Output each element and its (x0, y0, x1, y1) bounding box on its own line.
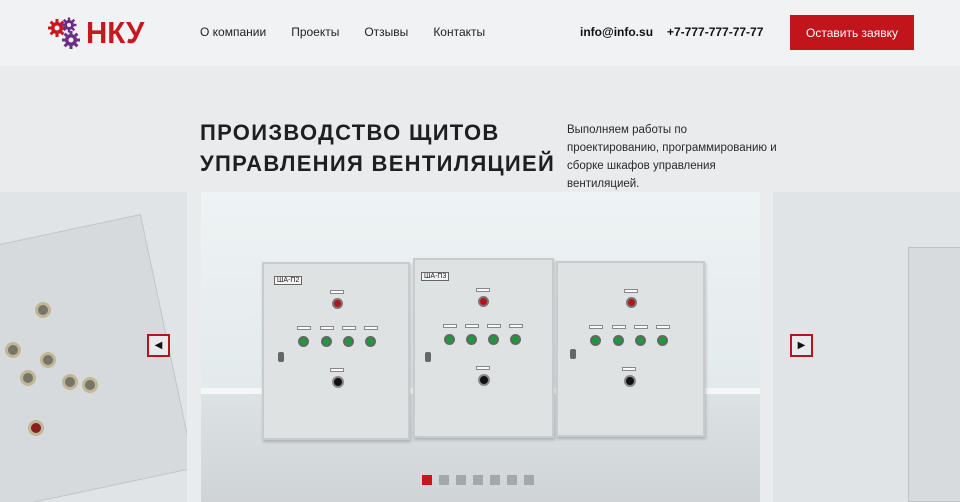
component-image (35, 302, 51, 318)
lamp-tag (509, 324, 523, 328)
hero-subtitle: Выполняем работы по проектированию, прог… (567, 124, 777, 190)
slider-dot[interactable] (507, 475, 517, 485)
page-title: ПРОИЗВОДСТВО ЩИТОВ УПРАВЛЕНИЯ ВЕНТИЛЯЦИЕ… (200, 117, 560, 179)
logo[interactable]: НКУ (46, 15, 146, 51)
panel-interior-image (908, 247, 960, 502)
red-lamp-icon (626, 297, 637, 308)
component-image (62, 374, 78, 390)
component-image (82, 377, 98, 393)
email-link[interactable]: info@info.su (580, 25, 653, 39)
gears-icon (48, 17, 80, 49)
cabinet-1: ША-П2 (262, 262, 410, 440)
component-image (40, 352, 56, 368)
slider-next-button[interactable]: ▶ (790, 334, 813, 357)
cabinet-2: ША-П3 (413, 258, 554, 438)
switch-tag (330, 368, 344, 372)
green-lamp-icon (488, 334, 499, 345)
green-lamp-icon (321, 336, 332, 347)
lock-icon (570, 349, 576, 359)
nav-item-projects[interactable]: Проекты (291, 25, 339, 39)
green-lamp-icon (657, 335, 668, 346)
main-nav: О компании Проекты Отзывы Контакты (200, 25, 485, 39)
phone-link[interactable]: +7-777-777-77-77 (667, 25, 763, 39)
slider-dot[interactable] (439, 475, 449, 485)
lamp-tag (612, 325, 626, 329)
cabinet-label: ША-П2 (274, 276, 303, 285)
nav-item-contacts[interactable]: Контакты (433, 25, 485, 39)
slide-main-image: ША-П2 ША-П3 (201, 192, 760, 502)
logo-text: НКУ (86, 15, 145, 50)
slider-dot[interactable] (524, 475, 534, 485)
switch-icon (478, 374, 490, 386)
panel-door-image (0, 214, 187, 502)
switch-icon (624, 375, 636, 387)
page-title-line-1: ПРОИЗВОДСТВО ЩИТОВ (200, 120, 500, 145)
component-image (20, 370, 36, 386)
slider-dot[interactable] (422, 475, 432, 485)
request-button[interactable]: Оставить заявку (790, 15, 914, 50)
lamp-tag (297, 326, 311, 330)
slider-pagination (422, 475, 534, 485)
green-lamp-icon (444, 334, 455, 345)
lamp-tag (320, 326, 334, 330)
lock-icon (278, 352, 284, 362)
lamp-tag (364, 326, 378, 330)
lock-icon (425, 352, 431, 362)
green-lamp-icon (343, 336, 354, 347)
page-title-line-2: УПРАВЛЕНИЯ ВЕНТИЛЯЦИЕЙ (200, 151, 556, 176)
slider-dot[interactable] (490, 475, 500, 485)
green-lamp-icon (466, 334, 477, 345)
red-lamp-icon (332, 298, 343, 309)
cabinet-3 (556, 261, 705, 437)
green-lamp-icon (613, 335, 624, 346)
nav-item-about[interactable]: О компании (200, 25, 266, 39)
green-lamp-icon (590, 335, 601, 346)
lamp-tag (656, 325, 670, 329)
cabinet-label: ША-П3 (421, 272, 450, 281)
lamp-tag (476, 288, 490, 292)
lamp-tag (634, 325, 648, 329)
switch-icon (332, 376, 344, 388)
switch-tag (622, 367, 636, 371)
green-lamp-icon (635, 335, 646, 346)
lamp-tag (342, 326, 356, 330)
red-lamp-icon (478, 296, 489, 307)
lamp-tag (624, 289, 638, 293)
site-header: НКУ О компании Проекты Отзывы Контакты i… (0, 0, 960, 66)
switch-tag (476, 366, 490, 370)
lamp-tag (465, 324, 479, 328)
lamp-tag (487, 324, 501, 328)
lamp-tag (589, 325, 603, 329)
green-lamp-icon (365, 336, 376, 347)
lamp-tag (443, 324, 457, 328)
slider-dot[interactable] (473, 475, 483, 485)
green-lamp-icon (510, 334, 521, 345)
slider-prev-button[interactable]: ◀ (147, 334, 170, 357)
green-lamp-icon (298, 336, 309, 347)
arrow-right-icon: ▶ (797, 340, 806, 351)
lamp-tag (330, 290, 344, 294)
component-image (5, 342, 21, 358)
slider-dot[interactable] (456, 475, 466, 485)
arrow-left-icon: ◀ (154, 340, 163, 351)
nav-item-reviews[interactable]: Отзывы (364, 25, 408, 39)
component-image (28, 420, 44, 436)
